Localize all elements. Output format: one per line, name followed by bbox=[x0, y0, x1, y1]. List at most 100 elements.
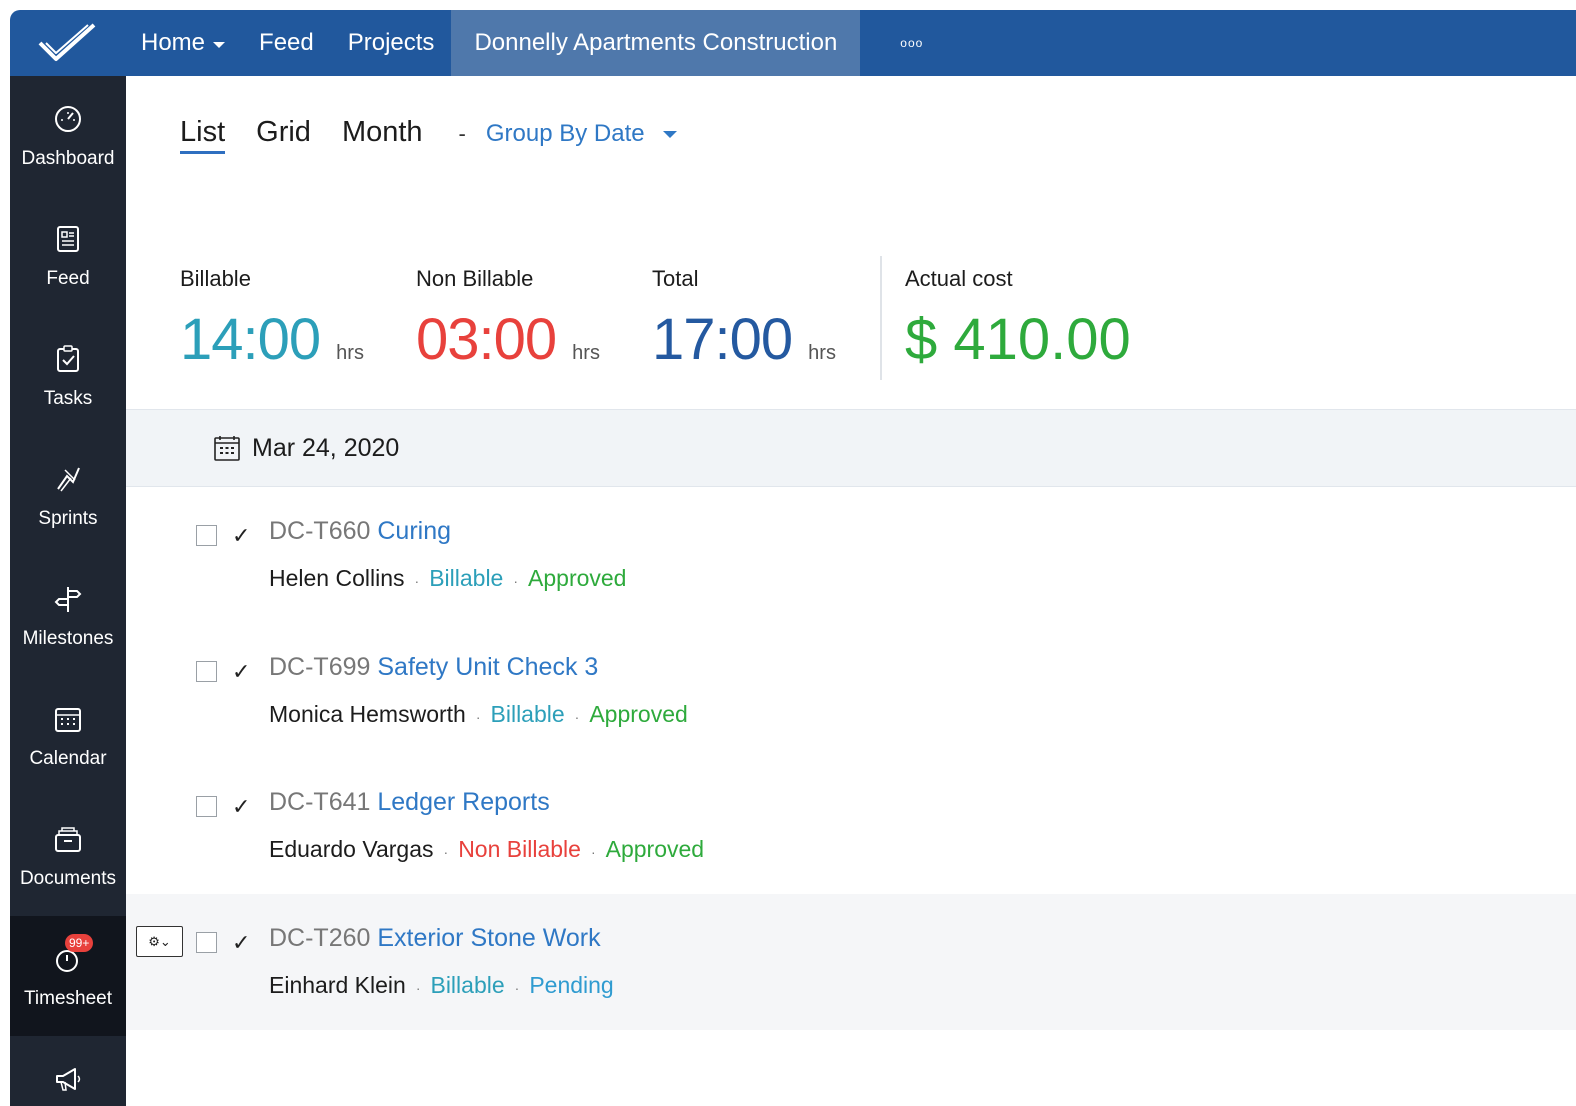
list-item[interactable]: ✓ DC-T699 Safety Unit Check 3 Monica Hem… bbox=[126, 623, 1576, 759]
stat-label: Non Billable bbox=[416, 266, 534, 291]
list-item[interactable]: ✓ DC-T641 Ledger Reports Eduardo Vargas … bbox=[126, 758, 1576, 894]
user-name: Einhard Klein bbox=[269, 972, 406, 998]
dot-separator: · bbox=[415, 980, 421, 996]
tab-grid[interactable]: Grid bbox=[256, 116, 311, 151]
sidebar-item-timesheet[interactable]: 99+ Timesheet bbox=[10, 916, 126, 1036]
dot-separator: · bbox=[574, 709, 580, 725]
list-item[interactable]: ⚙⌄ ✓ DC-T260 Exterior Stone Work Einhard… bbox=[126, 894, 1576, 1030]
date-group-header: Mar 24, 2020 bbox=[126, 409, 1576, 487]
billing-type: Billable bbox=[430, 972, 505, 998]
approval-status: Approved bbox=[589, 701, 688, 727]
row-checkbox[interactable] bbox=[196, 661, 217, 682]
billing-type: Billable bbox=[429, 565, 504, 591]
app-logo[interactable] bbox=[10, 10, 126, 76]
sidebar-item-label: Milestones bbox=[22, 628, 114, 649]
nav-feed-label: Feed bbox=[259, 29, 314, 56]
nav-current-project-label: Donnelly Apartments Construction bbox=[474, 29, 838, 56]
stat-label: Total bbox=[652, 266, 699, 291]
billable-hours-value: 14:00 bbox=[180, 307, 321, 372]
stat-label: Billable bbox=[180, 266, 251, 291]
stat-actual-cost: Actual cost $ 410.00 bbox=[905, 266, 1131, 373]
check-icon: ✓ bbox=[232, 930, 251, 955]
sidebar-item-milestones[interactable]: Milestones bbox=[10, 556, 126, 676]
sidebar-item-label: Feed bbox=[46, 268, 90, 289]
stat-label: Actual cost bbox=[905, 266, 1013, 291]
task-name-link[interactable]: Ledger Reports bbox=[377, 788, 549, 816]
calendar-icon bbox=[51, 702, 85, 736]
sidebar-item-label: Documents bbox=[19, 868, 117, 889]
entry-meta: Eduardo Vargas · Non Billable · Approved bbox=[269, 836, 704, 863]
row-actions-button[interactable]: ⚙⌄ bbox=[136, 926, 183, 957]
signpost-icon bbox=[51, 582, 85, 616]
list-item[interactable]: ✓ DC-T660 Curing Helen Collins · Billabl… bbox=[126, 487, 1576, 623]
sprint-icon bbox=[51, 462, 85, 496]
tab-list[interactable]: List bbox=[180, 116, 226, 154]
more-menu-button[interactable]: ooo bbox=[860, 36, 923, 50]
main-content: List Grid Month - Group By Date Billable… bbox=[126, 76, 1576, 1106]
folders-icon bbox=[51, 822, 85, 856]
task-name-link[interactable]: Exterior Stone Work bbox=[377, 924, 600, 952]
nav-home[interactable]: Home bbox=[126, 10, 242, 76]
entry-meta: Einhard Klein · Billable · Pending bbox=[269, 972, 614, 999]
chevron-down-icon bbox=[662, 130, 677, 138]
user-name: Eduardo Vargas bbox=[269, 836, 434, 862]
nav-home-label: Home bbox=[141, 29, 206, 56]
sidebar-item-label: Sprints bbox=[38, 508, 98, 529]
sidebar-item-dashboard[interactable]: Dashboard bbox=[10, 76, 126, 196]
nav-feed[interactable]: Feed bbox=[242, 10, 331, 76]
notification-badge: 99+ bbox=[65, 934, 94, 952]
task-name-link[interactable]: Curing bbox=[377, 517, 451, 545]
date-group-label: Mar 24, 2020 bbox=[252, 433, 400, 462]
nav-projects[interactable]: Projects bbox=[331, 10, 452, 76]
sidebar-item-calendar[interactable]: Calendar bbox=[10, 676, 126, 796]
check-icon: ✓ bbox=[232, 794, 251, 819]
non-billable-hours-value: 03:00 bbox=[416, 307, 557, 372]
task-id: DC-T641 bbox=[269, 788, 371, 816]
sidebar-item-label: Timesheet bbox=[24, 988, 112, 1009]
dot-separator: · bbox=[514, 980, 520, 996]
divider bbox=[880, 256, 882, 380]
nav-current-project[interactable]: Donnelly Apartments Construction bbox=[451, 10, 861, 76]
hours-unit: hrs bbox=[336, 342, 364, 364]
stat-billable: Billable 14:00 hrs bbox=[180, 266, 416, 373]
hours-unit: hrs bbox=[808, 342, 836, 364]
task-id: DC-T660 bbox=[269, 517, 371, 545]
row-checkbox[interactable] bbox=[196, 932, 217, 953]
megaphone-icon bbox=[51, 1064, 85, 1094]
sidebar: Dashboard Feed Tasks Sprints Milestones bbox=[10, 76, 126, 1106]
sidebar-item-documents[interactable]: Documents bbox=[10, 796, 126, 916]
hours-unit: hrs bbox=[572, 342, 600, 364]
sidebar-item-announcements[interactable] bbox=[10, 1036, 126, 1106]
dot-separator: · bbox=[590, 844, 596, 860]
task-title: DC-T641 Ledger Reports bbox=[269, 788, 550, 817]
dot-separator: · bbox=[414, 573, 420, 589]
billing-type: Billable bbox=[490, 701, 565, 727]
check-icon: ✓ bbox=[232, 659, 251, 684]
nav-projects-label: Projects bbox=[347, 29, 435, 56]
approval-status: Approved bbox=[528, 565, 627, 591]
user-name: Helen Collins bbox=[269, 565, 405, 591]
approval-status: Approved bbox=[605, 836, 705, 862]
view-switcher: List Grid Month - Group By Date bbox=[180, 116, 677, 154]
sidebar-item-label: Tasks bbox=[43, 388, 93, 409]
top-navbar: Home Feed Projects Donnelly Apartments C… bbox=[10, 10, 1576, 76]
sidebar-item-label: Calendar bbox=[29, 748, 107, 769]
tab-month[interactable]: Month bbox=[342, 116, 423, 151]
actual-cost-value: $ 410.00 bbox=[905, 307, 1131, 372]
stat-total: Total 17:00 hrs bbox=[652, 266, 888, 373]
chevron-down-icon bbox=[213, 42, 226, 48]
sidebar-item-sprints[interactable]: Sprints bbox=[10, 436, 126, 556]
calendar-icon bbox=[214, 436, 240, 461]
billing-type: Non Billable bbox=[458, 836, 581, 862]
separator: - bbox=[458, 121, 466, 146]
dot-separator: · bbox=[475, 709, 481, 725]
sidebar-item-tasks[interactable]: Tasks bbox=[10, 316, 126, 436]
task-name-link[interactable]: Safety Unit Check 3 bbox=[377, 653, 598, 681]
sidebar-item-feed[interactable]: Feed bbox=[10, 196, 126, 316]
row-checkbox[interactable] bbox=[196, 796, 217, 817]
task-title: DC-T260 Exterior Stone Work bbox=[269, 924, 601, 953]
group-by-dropdown[interactable]: Group By Date bbox=[486, 120, 677, 148]
user-name: Monica Hemsworth bbox=[269, 701, 466, 727]
row-checkbox[interactable] bbox=[196, 525, 217, 546]
task-title: DC-T660 Curing bbox=[269, 517, 451, 546]
